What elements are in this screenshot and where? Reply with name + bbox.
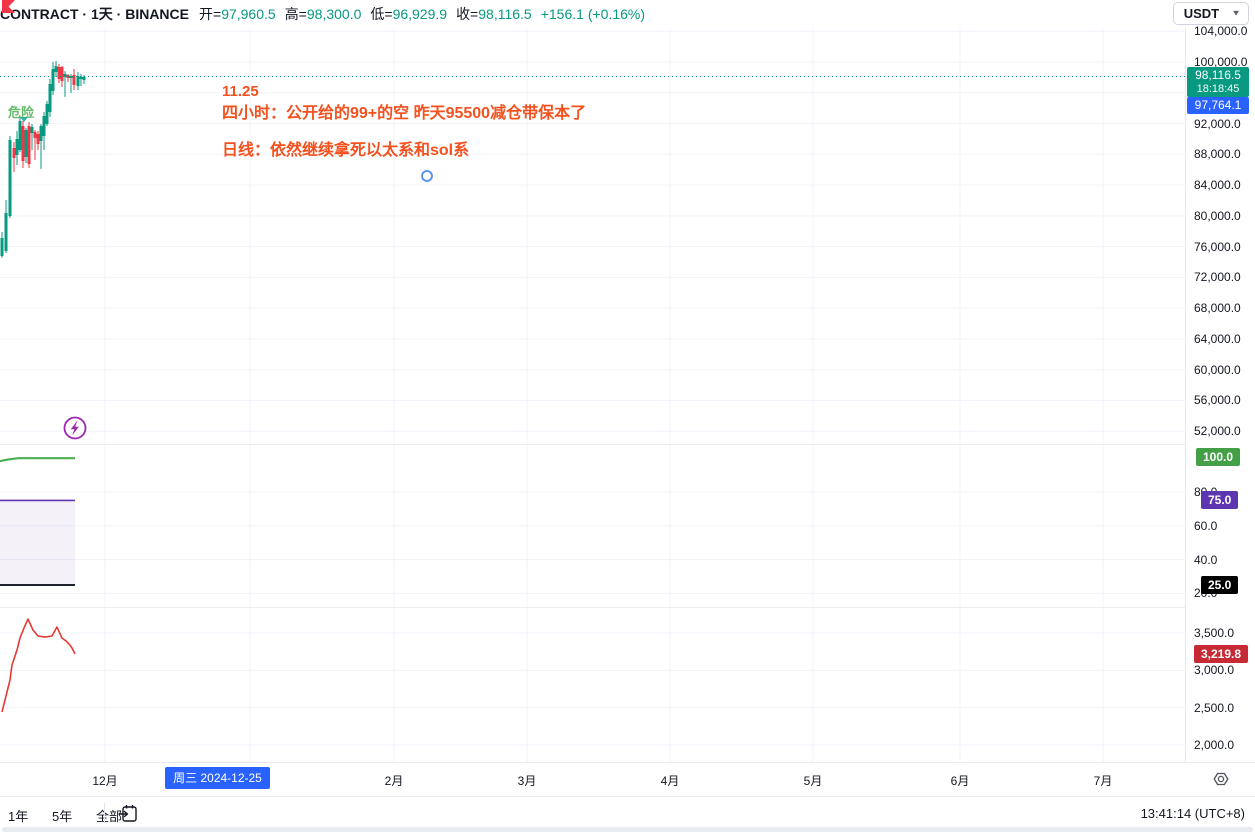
annotation-line1: 四小时：公开给的99+的空 昨天95500减仓带保本了 [222, 99, 586, 123]
rsi-line [0, 458, 75, 461]
time-tick-label: 7月 [1094, 772, 1113, 789]
ohlc-pair: 开=97,960.5 [199, 6, 276, 22]
price-tick-label: 60,000.0 [1194, 363, 1241, 377]
candle-body [28, 126, 31, 164]
candle-body [13, 148, 16, 158]
price-tick-label: 64,000.0 [1194, 332, 1241, 346]
price-tick-label: 76,000.0 [1194, 240, 1241, 254]
last-price-value: 98,116.5 [1187, 68, 1249, 82]
ohlc-values: 开=97,960.5 高=98,300.0 低=96,929.9 收=98,116.5 [199, 4, 541, 24]
price-tick-label: 80,000.0 [1194, 209, 1241, 223]
candle-body [9, 140, 12, 216]
indicator-badge-100: 100.0 [1196, 448, 1240, 466]
candle-body [46, 104, 49, 124]
chevron-down-icon: ▼ [1231, 9, 1241, 18]
candle-body [43, 116, 46, 136]
chart-header: CONTRACT · 1天 · BINANCE 开=97,960.5 高=98,3… [0, 0, 1180, 28]
currency-dropdown[interactable]: USDT ▼ [1173, 2, 1249, 25]
candle-body [55, 66, 58, 72]
ohlc-label: 高= [285, 6, 307, 22]
symbol-title: CONTRACT · 1天 · BINANCE [0, 4, 189, 24]
pane-separator[interactable] [0, 444, 1255, 445]
price-tick-label: 72,000.0 [1194, 270, 1241, 284]
price-tick-label: 3,000.0 [1194, 663, 1234, 677]
candle-body [80, 77, 83, 79]
pane3-value-badge: 3,219.8 [1194, 645, 1248, 663]
ohlc-label: 低= [370, 6, 392, 22]
ohlc-value: 98,116.5 [478, 6, 531, 22]
indicator-badge-75: 75.0 [1201, 491, 1238, 509]
candle-body [5, 213, 8, 251]
time-tick-label: 2月 [385, 772, 404, 789]
price-tick-label: 104,000.0 [1194, 24, 1247, 38]
axis-settings-icon[interactable] [1212, 770, 1230, 788]
price-tick-label: 88,000.0 [1194, 147, 1241, 161]
candle-body [25, 130, 28, 157]
ohlc-label: 收= [456, 6, 478, 22]
bar-countdown: 18:18:45 [1187, 82, 1249, 96]
bottom-toolbar: 1年5年全部 13:41:14 (UTC+8) [0, 796, 1255, 833]
ohlc-pair: 低=96,929.9 [370, 6, 447, 22]
price-tick-label: 52,000.0 [1194, 424, 1241, 438]
chart-canvas[interactable] [0, 0, 1185, 762]
ohlc-value: 98,300.0 [307, 6, 362, 22]
candle-body [16, 139, 19, 155]
blue-price-badge: 97,764.1 [1187, 97, 1249, 114]
drawing-anchor-point [422, 171, 432, 181]
toolbar-divider [104, 803, 105, 823]
price-tick-label: 2,500.0 [1194, 701, 1234, 715]
time-tick-label: 5月 [804, 772, 823, 789]
candle-body [34, 132, 37, 138]
pane-separator[interactable] [0, 607, 1255, 608]
time-tick-label: 6月 [951, 772, 970, 789]
ohlc-pair: 高=98,300.0 [285, 6, 362, 22]
candle-body [19, 121, 22, 150]
annotation-date: 11.25 [222, 83, 259, 100]
price-tick-label: 60.0 [1194, 519, 1217, 533]
annotation-line2: 日线：依然继续拿死以太系和sol系 [222, 136, 469, 160]
trading-chart-app: CONTRACT · 1天 · BINANCE 开=97,960.5 高=98,3… [0, 0, 1255, 833]
last-price-badge: 98,116.5 18:18:45 [1187, 67, 1249, 97]
candle-body [40, 126, 43, 141]
timezone-clock[interactable]: 13:41:14 (UTC+8) [1141, 806, 1245, 821]
candle-body [58, 67, 61, 79]
price-change: +156.1 (+0.16%) [541, 6, 645, 22]
price-axis[interactable]: 98,116.5 18:18:45 97,764.1 100.0 75.0 25… [1185, 28, 1255, 762]
price-tick-label: 92,000.0 [1194, 117, 1241, 131]
candle-body [61, 67, 64, 81]
price-tick-label: 2,000.0 [1194, 738, 1234, 752]
time-axis[interactable]: 周三 2024-12-25 12月 2月 3月 4月 5月 6月 7月 [0, 762, 1255, 797]
horizontal-scrollbar[interactable] [2, 827, 1253, 832]
rsi-band-fill [0, 500, 75, 585]
indicator-badge-25: 25.0 [1201, 576, 1238, 594]
kline-icon [2, 0, 15, 13]
ohlc-label: 开= [199, 6, 221, 22]
range-button-5年[interactable]: 5年 [48, 804, 76, 827]
time-tick-label: 12月 [92, 772, 117, 789]
date-badge: 周三 2024-12-25 [165, 767, 270, 789]
candle-body [49, 84, 52, 112]
candle-body [31, 127, 34, 133]
goto-date-icon[interactable] [116, 802, 140, 826]
ohlc-value: 96,929.9 [393, 6, 448, 22]
price-tick-label: 68,000.0 [1194, 301, 1241, 315]
candle-body [37, 134, 40, 144]
time-tick-label: 4月 [661, 772, 680, 789]
price-tick-label: 40.0 [1194, 553, 1217, 567]
candle-body [52, 69, 55, 91]
currency-dropdown-value: USDT [1184, 6, 1219, 21]
candle-body [83, 77, 86, 80]
price-tick-label: 3,500.0 [1194, 626, 1234, 640]
time-tick-label: 3月 [518, 772, 537, 789]
price-tick-label: 84,000.0 [1194, 178, 1241, 192]
candle-body [1, 238, 4, 256]
candle-body [77, 76, 80, 86]
range-button-1年[interactable]: 1年 [4, 804, 32, 827]
danger-marker-icon [20, 117, 28, 122]
candle-body [22, 126, 25, 161]
price-tick-label: 56,000.0 [1194, 393, 1241, 407]
ohlc-pair: 收=98,116.5 [456, 6, 532, 22]
ohlc-value: 97,960.5 [221, 6, 276, 22]
